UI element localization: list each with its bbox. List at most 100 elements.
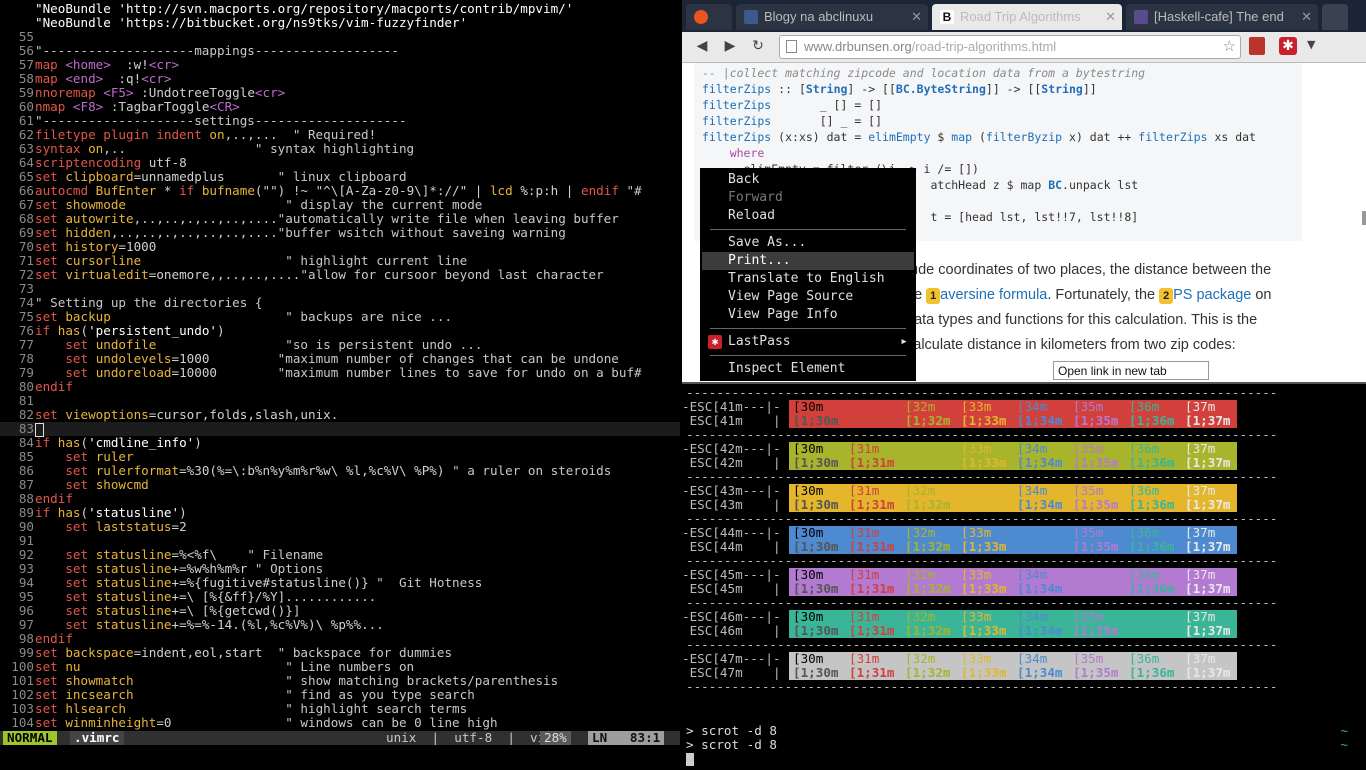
vim-line[interactable]: 93 set statusline+=%w%h%m%r " Options — [0, 562, 680, 576]
vim-line[interactable]: 73 — [0, 282, 680, 296]
vim-line[interactable]: 68set autowrite,..,..,.,..,..,...."autom… — [0, 212, 680, 226]
vim-line[interactable]: 81 — [0, 394, 680, 408]
gps-package-link[interactable]: PS package — [1173, 287, 1251, 303]
vim-line[interactable]: 101set showmatch " show matching bracket… — [0, 674, 680, 688]
menu-item-forward[interactable]: Forward — [702, 189, 914, 207]
vim-line[interactable]: 100set nu " Line numbers on — [0, 660, 680, 674]
vim-line[interactable]: 65set clipboard=unnamedplus " linux clip… — [0, 170, 680, 184]
vim-line[interactable]: 67set showmode " display the current mod… — [0, 198, 680, 212]
new-tab-button[interactable] — [1322, 4, 1348, 30]
vim-line[interactable]: 83 — [0, 422, 680, 437]
vim-line[interactable]: 103set hlsearch " highlight search terms — [0, 702, 680, 716]
vim-line[interactable]: 88endif — [0, 492, 680, 506]
vim-line[interactable]: 71set cursorline " highlight current lin… — [0, 254, 680, 268]
menu-chevron-down-icon[interactable]: ▼ — [1307, 38, 1315, 51]
ansi-fg-sample: [34m — [1017, 567, 1048, 582]
vim-line[interactable]: 86 set rulerformat=%30(%=\:b%n%y%m%r%w\ … — [0, 464, 680, 478]
code-token: [] _ = [] — [771, 114, 883, 128]
vim-line[interactable]: 97 set statusline+=%=%-14.(%l,%c%V%)\ %p… — [0, 618, 680, 632]
code-token: map — [951, 130, 973, 144]
vim-token: " backups are nice ... — [285, 309, 453, 324]
tab-blogy-na-abclinuxu[interactable]: Blogy na abclinuxu ✕ — [736, 4, 928, 30]
menu-item-lastpass[interactable]: ✱ LastPass ▸ — [702, 333, 914, 351]
vim-token: viewoptions — [65, 407, 149, 422]
vim-line[interactable]: 79 set undoreload=10000 "maximum number … — [0, 366, 680, 380]
vim-line[interactable]: 82set viewoptions=cursor,folds,slash,uni… — [0, 408, 680, 422]
ansi-fg-sample: [32m — [905, 525, 936, 540]
vim-line[interactable]: 87 set showcmd — [0, 478, 680, 492]
vim-line[interactable]: 78 set undolevels=1000 "maximum number o… — [0, 352, 680, 366]
vim-token: bufname — [201, 183, 255, 198]
vim-editor-pane[interactable]: "NeoBundle 'http://svn.macports.org/repo… — [0, 0, 680, 768]
vim-buffer[interactable]: "NeoBundle 'http://svn.macports.org/repo… — [0, 2, 680, 730]
menu-item-inspect-element[interactable]: Inspect Element — [702, 360, 914, 378]
vim-line[interactable]: 84if has('cmdline_info') — [0, 436, 680, 450]
terminal-pane[interactable]: ----------------------------------------… — [682, 382, 1366, 770]
vim-line[interactable]: 70set history=1000 — [0, 240, 680, 254]
vim-line[interactable]: 94 set statusline+=%{fugitive#statusline… — [0, 576, 680, 590]
vim-line[interactable]: 56"--------------------mappings---------… — [0, 44, 680, 58]
menu-item-print[interactable]: Print... — [702, 252, 914, 270]
scrollbar-thumb[interactable] — [1362, 211, 1366, 225]
vim-line[interactable]: 60nmap <F8> :TagbarToggle<CR> — [0, 100, 680, 114]
lastpass-icon[interactable]: ✱ — [1279, 37, 1297, 55]
vim-line[interactable]: 92 set statusline=%<%f\ " Filename — [0, 548, 680, 562]
forward-icon[interactable]: ▶ — [720, 36, 740, 56]
vim-line[interactable]: 72set virtualedit=onemore,,..,..,...."al… — [0, 268, 680, 282]
code-token: (x:xs) dat = — [771, 130, 869, 144]
vim-line[interactable]: 64scriptencoding utf-8 — [0, 156, 680, 170]
bookmark-star-icon[interactable]: ☆ — [1223, 36, 1236, 58]
vim-line[interactable]: 57map <home> :w!<cr> — [0, 58, 680, 72]
reload-icon[interactable]: ↻ — [748, 36, 768, 56]
vim-line[interactable]: 96 set statusline+=\ [%{getcwd()}] — [0, 604, 680, 618]
vim-line[interactable]: 80endif — [0, 380, 680, 394]
menu-item-reload[interactable]: Reload — [702, 207, 914, 225]
vim-line[interactable]: 99set backspace=indent,eol,start " backs… — [0, 646, 680, 660]
ansi-bold-fg-sample: [1;33m — [961, 497, 1007, 512]
vim-line[interactable]: 76if has('persistent_undo') — [0, 324, 680, 338]
vim-token — [81, 659, 286, 674]
tab-haskell-cafe[interactable]: [Haskell-cafe] The end ✕ — [1126, 4, 1318, 30]
menu-item-translate-to-english[interactable]: Translate to English — [702, 270, 914, 288]
vim-line[interactable]: 104set winminheight=0 " windows can be 0… — [0, 716, 680, 730]
vim-line[interactable]: 63syntax on,.. " syntax highlighting — [0, 142, 680, 156]
vim-line[interactable]: 62filetype plugin indent on,..,... " Req… — [0, 128, 680, 142]
vim-line[interactable]: 91 — [0, 534, 680, 548]
vim-line[interactable]: 89if has('statusline') — [0, 506, 680, 520]
tab-ubuntu[interactable] — [686, 4, 732, 30]
vim-token: set — [35, 267, 66, 282]
menu-item-view-page-source[interactable]: View Page Source — [702, 288, 914, 306]
code-token: ]] — [1082, 82, 1097, 96]
vim-line[interactable]: 66autocmd BufEnter * if bufname("") !~ "… — [0, 184, 680, 198]
vim-line[interactable]: 75set backup " backups are nice ... — [0, 310, 680, 324]
back-icon[interactable]: ◀ — [692, 36, 712, 56]
haskell-icon — [1134, 10, 1148, 24]
haversine-link[interactable]: aversine formula — [940, 287, 1047, 303]
vim-line[interactable]: 85 set ruler — [0, 450, 680, 464]
close-tab-icon[interactable]: ✕ — [1105, 4, 1116, 30]
vim-line[interactable]: 74" Setting up the directories { — [0, 296, 680, 310]
vim-line[interactable]: "NeoBundle 'http://svn.macports.org/repo… — [0, 2, 680, 16]
bookmarks-icon[interactable] — [1249, 37, 1265, 55]
vim-line[interactable]: "NeoBundle 'https://bitbucket.org/ns9tks… — [0, 16, 680, 30]
terminal-cursor[interactable] — [686, 752, 694, 766]
vim-line[interactable]: 55 — [0, 30, 680, 44]
ansi-fg-sample: [34m — [1017, 483, 1048, 498]
vim-line[interactable]: 58map <end> :q!<cr> — [0, 72, 680, 86]
menu-item-save-as[interactable]: Save As... — [702, 234, 914, 252]
vim-line[interactable]: 59nnoremap <F5> :UndotreeToggle<cr> — [0, 86, 680, 100]
vim-line[interactable]: 95 set statusline+=\ [%{&ff}/%Y]........… — [0, 590, 680, 604]
line-number: 82 — [18, 407, 34, 422]
vim-line[interactable]: 77 set undofile "so is persistent undo .… — [0, 338, 680, 352]
address-bar[interactable]: www.drbunsen.org/road-trip-algorithms.ht… — [779, 35, 1241, 59]
close-tab-icon[interactable]: ✕ — [1301, 4, 1312, 30]
menu-item-view-page-info[interactable]: View Page Info — [702, 306, 914, 324]
vim-line[interactable]: 61"--------------------settings---------… — [0, 114, 680, 128]
menu-item-back[interactable]: Back — [702, 171, 914, 189]
vim-line[interactable]: 90 set laststatus=2 — [0, 520, 680, 534]
close-tab-icon[interactable]: ✕ — [911, 4, 922, 30]
tab-road-trip-algorithms[interactable]: B Road Trip Algorithms ✕ — [932, 4, 1122, 30]
vim-line[interactable]: 98endif — [0, 632, 680, 646]
vim-line[interactable]: 69set hidden,..,..,.,..,..,..,...."buffe… — [0, 226, 680, 240]
vim-line[interactable]: 102set incsearch " find as you type sear… — [0, 688, 680, 702]
